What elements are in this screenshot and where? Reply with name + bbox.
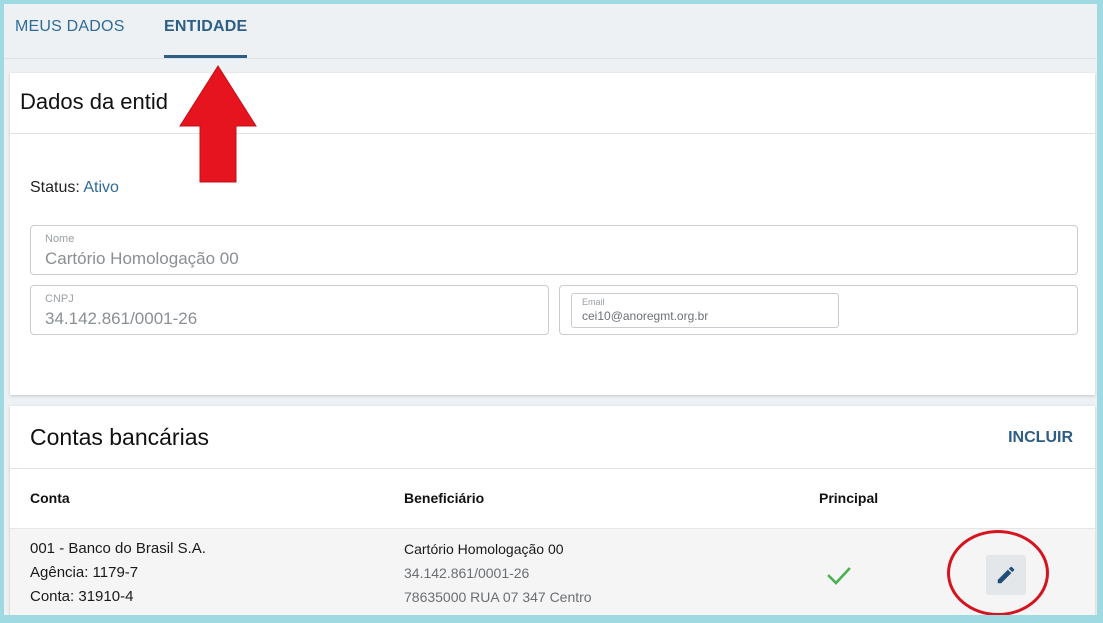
entity-card: Dados da entid Status: Ativo Nome Cartór… <box>10 73 1095 395</box>
nome-label: Nome <box>45 233 75 245</box>
banco-text: 001 - Banco do Brasil S.A. <box>30 540 206 557</box>
nome-field[interactable]: Nome Cartório Homologação 00 <box>30 225 1078 275</box>
incluir-button[interactable]: INCLUIR <box>1008 429 1073 447</box>
beneficiario-endereco: 78635000 RUA 07 347 Centro <box>404 589 592 605</box>
red-circle-annotation <box>947 530 1049 615</box>
cnpj-value: 34.142.861/0001-26 <box>45 309 198 328</box>
status-line: Status: Ativo <box>30 179 119 197</box>
email-field-wrapper: Email cei10@anoregmt.org.br <box>559 285 1078 335</box>
cnpj-field[interactable]: CNPJ 34.142.861/0001-26 <box>30 285 549 335</box>
bank-accounts-title: Contas bancárias <box>30 424 209 450</box>
status-label: Status: <box>30 179 80 196</box>
conta-cell: 001 - Banco do Brasil S.A. Agência: 1179… <box>30 537 206 609</box>
red-up-arrow-annotation <box>179 65 257 183</box>
email-label: Email <box>582 297 605 307</box>
cnpj-label: CNPJ <box>45 293 74 305</box>
beneficiario-nome: Cartório Homologação 00 <box>404 541 564 557</box>
beneficiario-cell: Cartório Homologação 00 34.142.861/0001-… <box>404 537 592 609</box>
entity-title: Dados da entid <box>20 89 168 114</box>
divider <box>10 468 1095 469</box>
divider <box>10 133 1095 134</box>
agencia-text: Agência: 1179-7 <box>30 564 139 581</box>
status-value: Ativo <box>83 179 119 196</box>
tab-entidade[interactable]: ENTIDADE <box>164 4 248 58</box>
email-value: cei10@anoregmt.org.br <box>582 309 709 323</box>
column-header-principal: Principal <box>819 490 879 506</box>
beneficiario-cnpj: 34.142.861/0001-26 <box>404 565 530 581</box>
nome-value: Cartório Homologação 00 <box>45 249 239 268</box>
tab-meus-dados[interactable]: MEUS DADOS <box>15 4 125 58</box>
column-header-beneficiario: Beneficiário <box>404 490 485 506</box>
column-header-conta: Conta <box>30 490 70 506</box>
email-field[interactable]: Email cei10@anoregmt.org.br <box>571 293 839 328</box>
conta-text: Conta: 31910-4 <box>30 588 134 605</box>
bank-accounts-card: Contas bancárias INCLUIR Conta Beneficiá… <box>10 406 1095 615</box>
table-row: 001 - Banco do Brasil S.A. Agência: 1179… <box>10 528 1095 615</box>
tab-bar: MEUS DADOS ENTIDADE <box>4 4 1097 59</box>
app-frame: MEUS DADOS ENTIDADE Dados da entid Statu… <box>4 4 1097 615</box>
check-icon <box>827 567 851 585</box>
